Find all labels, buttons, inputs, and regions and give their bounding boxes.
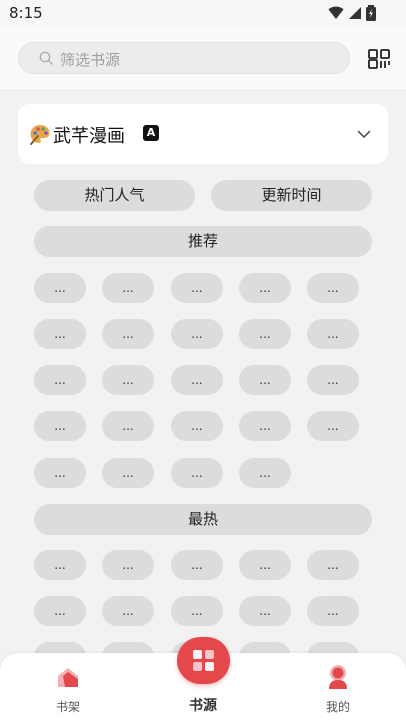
search-placeholder: 筛选书源 (60, 51, 121, 69)
recommend-chip[interactable]: ... (171, 273, 223, 303)
qr-code-icon[interactable] (367, 47, 391, 71)
recommend-chip[interactable]: ... (239, 319, 291, 349)
chevron-down-icon[interactable] (357, 127, 371, 141)
recommend-chip[interactable]: ... (171, 365, 223, 395)
status-time: 8:15 (9, 4, 43, 22)
palette-icon (30, 125, 50, 145)
recommend-chip[interactable]: ... (307, 411, 359, 441)
cell-signal-icon (349, 7, 361, 19)
sources-grid-icon (193, 650, 214, 671)
recommend-chip[interactable]: ... (307, 319, 359, 349)
sort-tab-popular[interactable]: 热门人气 (34, 180, 195, 211)
recommend-chip[interactable]: ... (34, 273, 86, 303)
recommend-chip[interactable]: ... (307, 273, 359, 303)
section-header-recommend[interactable]: 推荐 (34, 226, 372, 257)
recommend-chip[interactable]: ... (239, 273, 291, 303)
bookshelf-icon[interactable] (56, 665, 80, 689)
hottest-chip[interactable]: ... (34, 550, 86, 580)
recommend-chip[interactable]: ... (102, 411, 154, 441)
source-title: 武芊漫画 (53, 126, 125, 147)
hottest-chip[interactable]: ... (239, 596, 291, 626)
source-selector[interactable]: 武芊漫画 A (18, 104, 388, 164)
hottest-chip[interactable]: ... (239, 550, 291, 580)
source-badge: A (143, 125, 159, 141)
hottest-chip[interactable]: ... (102, 596, 154, 626)
hottest-chip[interactable]: ... (102, 550, 154, 580)
battery-icon (366, 5, 376, 21)
status-bar: 8:15 (0, 0, 406, 28)
recommend-chip[interactable]: ... (239, 411, 291, 441)
recommend-chip[interactable]: ... (34, 458, 86, 488)
recommend-chip[interactable]: ... (102, 458, 154, 488)
nav-label-sources[interactable]: 书源 (173, 695, 233, 715)
nav-label-bookshelf[interactable]: 书架 (38, 698, 98, 715)
wifi-icon (328, 6, 344, 19)
recommend-chip[interactable]: ... (171, 319, 223, 349)
recommend-chip[interactable]: ... (171, 411, 223, 441)
recommend-chip[interactable]: ... (102, 365, 154, 395)
hottest-chip[interactable]: ... (34, 596, 86, 626)
recommend-chip[interactable]: ... (102, 319, 154, 349)
nav-label-mine[interactable]: 我的 (308, 698, 368, 715)
sources-tab-button[interactable] (177, 637, 230, 684)
search-icon (39, 51, 53, 65)
recommend-chip[interactable]: ... (34, 365, 86, 395)
hottest-chip[interactable]: ... (171, 550, 223, 580)
recommend-chip[interactable]: ... (34, 319, 86, 349)
section-header-hottest[interactable]: 最热 (34, 504, 372, 535)
search-input[interactable]: 筛选书源 (18, 42, 350, 74)
recommend-chip[interactable]: ... (239, 458, 291, 488)
hottest-chip[interactable]: ... (307, 596, 359, 626)
header: 筛选书源 (0, 28, 406, 91)
profile-icon[interactable] (326, 664, 350, 690)
recommend-chip[interactable]: ... (307, 365, 359, 395)
sort-tab-updated[interactable]: 更新时间 (211, 180, 372, 211)
status-icons (328, 5, 376, 21)
recommend-chip[interactable]: ... (102, 273, 154, 303)
recommend-chip[interactable]: ... (239, 365, 291, 395)
hottest-chip[interactable]: ... (171, 596, 223, 626)
recommend-chip[interactable]: ... (34, 411, 86, 441)
hottest-chip[interactable]: ... (307, 550, 359, 580)
recommend-chip[interactable]: ... (171, 458, 223, 488)
